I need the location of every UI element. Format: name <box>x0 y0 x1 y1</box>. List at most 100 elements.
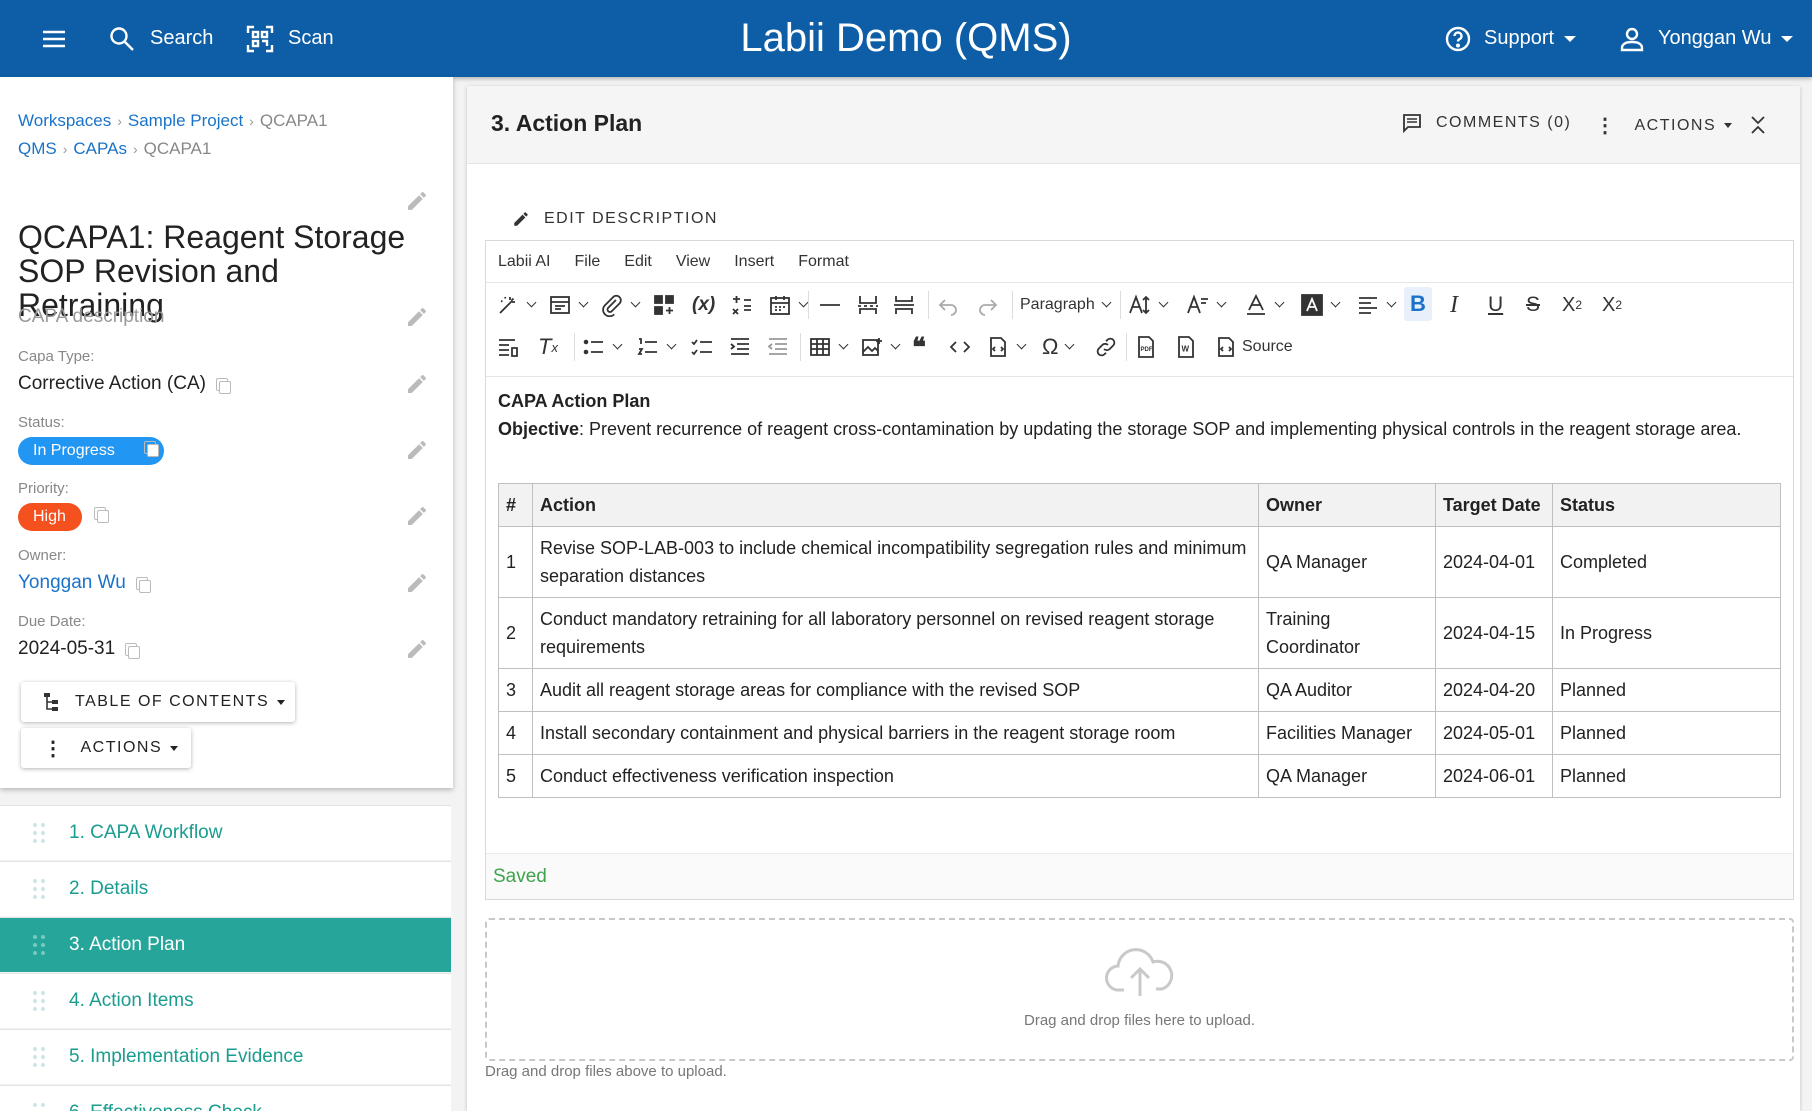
insert-image-icon[interactable] <box>860 334 901 360</box>
breadcrumb-current: QCAPA1 <box>143 139 212 158</box>
drag-handle-icon[interactable] <box>33 991 45 1011</box>
strikethrough-button[interactable]: S <box>1526 292 1540 318</box>
redo-icon[interactable] <box>976 292 1000 318</box>
indent-icon[interactable] <box>728 334 752 360</box>
cell-target-date: 2024-05-01 <box>1435 711 1553 755</box>
section-item-effectiveness-check[interactable]: 6. Effectiveness Check <box>0 1085 451 1111</box>
section-break-icon[interactable] <box>892 292 916 318</box>
section-item-implementation-evidence[interactable]: 5. Implementation Evidence <box>0 1029 451 1084</box>
template-block-icon[interactable] <box>548 292 589 318</box>
source-code-block-icon[interactable] <box>986 334 1027 360</box>
record-actions-button[interactable]: ⋮ ACTIONS <box>21 728 191 768</box>
widget-icon[interactable] <box>652 292 676 318</box>
owner-link[interactable]: Yonggan Wu <box>18 572 126 594</box>
edit-due-date-pencil-icon[interactable] <box>405 637 429 661</box>
text-color-icon[interactable] <box>1244 292 1285 318</box>
user-menu[interactable]: Yonggan Wu <box>1618 0 1794 77</box>
copy-icon[interactable] <box>144 441 159 457</box>
breadcrumb-sample-project[interactable]: Sample Project <box>128 111 243 130</box>
italic-button[interactable]: I <box>1450 292 1458 318</box>
comments-button[interactable]: COMMENTS (0) <box>1402 113 1571 133</box>
menu-format[interactable]: Format <box>798 253 849 271</box>
export-word-icon[interactable]: W <box>1174 334 1198 360</box>
editor-content[interactable]: CAPA Action Plan Objective: Prevent recu… <box>498 387 1782 443</box>
section-item-action-items[interactable]: 4. Action Items <box>0 973 451 1028</box>
menu-view[interactable]: View <box>676 253 710 271</box>
bold-button[interactable]: B <box>1404 287 1432 321</box>
section-item-action-plan[interactable]: 3. Action Plan <box>0 917 451 972</box>
underline-button[interactable]: U <box>1488 292 1503 318</box>
menu-file[interactable]: File <box>574 253 600 271</box>
edit-title-pencil-icon[interactable] <box>405 189 429 213</box>
section-item-capa-workflow[interactable]: 1. CAPA Workflow <box>0 805 451 860</box>
toolbar-separator <box>1120 291 1121 319</box>
undo-icon[interactable] <box>936 292 960 318</box>
highlight-color-icon[interactable] <box>1300 292 1341 318</box>
superscript-button[interactable]: X2 <box>1602 292 1622 318</box>
blockquote-icon[interactable]: ❝ <box>912 332 926 362</box>
edit-status-pencil-icon[interactable] <box>405 438 429 462</box>
clear-formatting-icon[interactable]: Tx <box>538 334 558 360</box>
font-size-icon[interactable] <box>1128 292 1169 318</box>
file-dropzone[interactable]: Drag and drop files here to upload. <box>485 918 1794 1061</box>
breadcrumb-current: QCAPA1 <box>259 111 328 130</box>
text-direction-icon[interactable] <box>496 334 520 360</box>
section-actions-button[interactable]: ⋮ ACTIONS <box>1595 113 1733 138</box>
page-break-icon[interactable] <box>856 292 880 318</box>
menu-icon[interactable] <box>40 0 68 77</box>
copy-icon[interactable] <box>135 576 151 593</box>
export-pdf-icon[interactable]: PDF <box>1134 334 1158 360</box>
numbered-list-icon[interactable] <box>636 334 677 360</box>
cell-owner: QA Auditor <box>1258 668 1436 712</box>
section-label: 5. Implementation Evidence <box>69 1046 304 1067</box>
menu-insert[interactable]: Insert <box>734 253 774 271</box>
copy-icon[interactable] <box>215 377 231 394</box>
editor-toolbar: (x) Paragraph B I U S X2 X2 T x ❝ Ω PDF … <box>486 283 1793 377</box>
todo-list-icon[interactable] <box>690 334 714 360</box>
breadcrumb-qms[interactable]: QMS <box>18 139 57 158</box>
bulleted-list-icon[interactable] <box>582 334 623 360</box>
search-button[interactable]: Search <box>108 0 213 77</box>
objective-paragraph: Objective: Prevent recurrence of reagent… <box>498 415 1782 443</box>
breadcrumb-capas[interactable]: CAPAs <box>73 139 127 158</box>
cell-owner: QA Manager <box>1258 526 1436 598</box>
drag-handle-icon[interactable] <box>33 879 45 899</box>
table-of-contents-button[interactable]: TABLE OF CONTENTS <box>21 682 295 722</box>
align-left-icon[interactable] <box>1356 292 1397 318</box>
subscript-button[interactable]: X2 <box>1562 292 1582 318</box>
horizontal-line-icon[interactable] <box>818 292 842 318</box>
section-item-details[interactable]: 2. Details <box>0 861 451 916</box>
outdent-icon[interactable] <box>766 334 790 360</box>
support-menu[interactable]: Support <box>1444 0 1577 77</box>
edit-priority-pencil-icon[interactable] <box>405 504 429 528</box>
source-button[interactable]: Source <box>1214 334 1293 360</box>
edit-description-button[interactable]: EDIT DESCRIPTION <box>512 210 718 228</box>
font-family-icon[interactable] <box>1186 292 1227 318</box>
breadcrumb-workspaces[interactable]: Workspaces <box>18 111 111 130</box>
formula-icon[interactable] <box>730 292 754 318</box>
ai-magic-wand-icon[interactable] <box>496 292 537 318</box>
edit-capa-type-pencil-icon[interactable] <box>405 372 429 396</box>
insert-table-icon[interactable] <box>808 334 849 360</box>
variable-icon[interactable]: (x) <box>692 292 715 318</box>
menu-edit[interactable]: Edit <box>624 253 652 271</box>
date-insert-icon[interactable] <box>768 292 809 318</box>
column-header-number: # <box>498 483 533 527</box>
special-characters-icon[interactable]: Ω <box>1042 334 1075 360</box>
copy-icon[interactable] <box>125 642 141 659</box>
drag-handle-icon[interactable] <box>33 1103 45 1111</box>
link-icon[interactable] <box>1094 334 1118 360</box>
code-icon[interactable] <box>948 334 972 360</box>
copy-icon[interactable] <box>94 507 109 523</box>
scan-button[interactable]: Scan <box>246 0 334 77</box>
edit-description-pencil-icon[interactable] <box>405 305 429 329</box>
edit-owner-pencil-icon[interactable] <box>405 571 429 595</box>
drag-handle-icon[interactable] <box>33 935 45 955</box>
attachment-icon[interactable] <box>600 292 641 318</box>
paragraph-style-dropdown[interactable]: Paragraph <box>1020 292 1112 318</box>
collapse-icon[interactable] <box>1749 114 1767 136</box>
drag-handle-icon[interactable] <box>33 1047 45 1067</box>
menu-labii-ai[interactable]: Labii AI <box>498 253 550 271</box>
toc-label: TABLE OF CONTENTS <box>75 693 270 710</box>
drag-handle-icon[interactable] <box>33 823 45 843</box>
